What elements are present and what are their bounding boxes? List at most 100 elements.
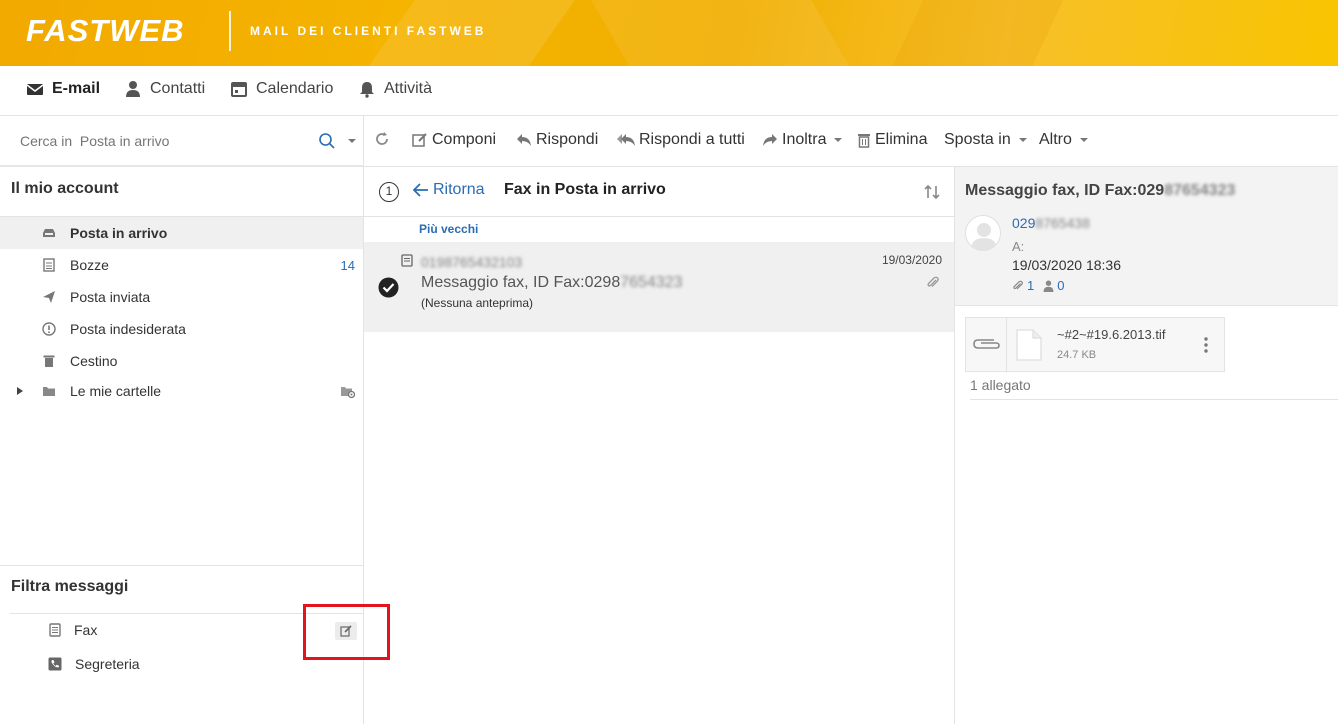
trash-icon xyxy=(858,134,870,148)
nav-tasks[interactable]: Attività xyxy=(358,80,432,98)
delete-label: Elimina xyxy=(875,131,928,148)
sort-icon[interactable] xyxy=(924,184,940,200)
nav-tasks-label: Attività xyxy=(384,80,433,97)
header-decoration xyxy=(568,0,892,66)
search-input[interactable] xyxy=(10,126,310,156)
compose-button[interactable]: Componi xyxy=(412,131,496,149)
step-indicator: 1 xyxy=(379,182,399,202)
folder-label: Le mie cartelle xyxy=(70,383,162,399)
nav-contacts[interactable]: Contatti xyxy=(124,80,205,98)
bell-icon xyxy=(360,82,374,98)
expand-triangle-icon[interactable] xyxy=(16,387,24,395)
search-icon[interactable] xyxy=(318,132,336,150)
divider xyxy=(970,399,1338,400)
sender-address[interactable]: 0298765438 xyxy=(1012,215,1090,231)
filter-label: Segreteria xyxy=(75,656,140,672)
attachments-count[interactable]: 1 xyxy=(1027,278,1034,293)
file-icon xyxy=(1016,329,1042,361)
folder-spam[interactable]: Posta indesiderata xyxy=(0,313,363,345)
person-icon xyxy=(1043,280,1054,292)
refresh-icon xyxy=(376,132,388,145)
reply-all-label: Rispondi a tutti xyxy=(639,131,745,148)
forward-icon xyxy=(763,134,777,146)
avatar xyxy=(965,215,1001,251)
account-section-title: Il mio account xyxy=(11,180,119,197)
trash-icon xyxy=(43,355,55,367)
fastweb-logo[interactable]: FASTWEB xyxy=(26,13,185,49)
chevron-down-icon[interactable] xyxy=(348,139,356,143)
preview-subject: Messaggio fax, ID Fax:02987654323 xyxy=(965,182,1236,199)
reply-button[interactable]: Rispondi xyxy=(516,131,598,149)
inbox-icon xyxy=(43,229,55,237)
refresh-button[interactable] xyxy=(374,131,390,147)
folder-settings-icon[interactable] xyxy=(340,385,356,399)
divider xyxy=(0,565,363,566)
compose-label: Componi xyxy=(432,131,497,148)
attachment-card[interactable]: ~#2~#19.6.2013.tif 24.7 KB xyxy=(965,317,1225,373)
preview-header: Messaggio fax, ID Fax:02987654323 029876… xyxy=(955,167,1338,306)
list-header: 1 Ritorna Fax in Posta in arrivo xyxy=(364,167,954,217)
document-icon xyxy=(43,258,55,272)
nav-email[interactable]: E-mail xyxy=(26,80,100,98)
folder-drafts[interactable]: Bozze 14 xyxy=(0,249,363,281)
more-label: Altro xyxy=(1039,131,1072,148)
person-icon xyxy=(971,223,997,250)
message-sender: 0198765432103 xyxy=(421,254,523,270)
folder-my-folders[interactable]: Le mie cartelle xyxy=(0,375,363,407)
forward-label: Inoltra xyxy=(782,131,827,148)
header-divider xyxy=(229,11,231,51)
filter-section-title: Filtra messaggi xyxy=(11,578,129,595)
compose-icon xyxy=(412,133,427,147)
message-list: 1 Ritorna Fax in Posta in arrivo Più vec… xyxy=(364,167,955,724)
reply-all-button[interactable]: Rispondi a tutti xyxy=(617,131,745,149)
chevron-down-icon xyxy=(1018,138,1027,142)
message-row[interactable]: 0198765432103 19/03/2020 Messaggio fax, … xyxy=(364,242,954,332)
main-nav: E-mail Contatti Calendario Attività xyxy=(0,66,1338,116)
header-subtitle: MAIL DEI CLIENTI FASTWEB xyxy=(250,24,487,38)
nav-contacts-label: Contatti xyxy=(150,80,206,97)
message-toolbar: Componi Rispondi Rispondi a tutti Inoltr… xyxy=(364,116,1338,167)
filter-label: Fax xyxy=(74,622,98,638)
reply-icon xyxy=(517,134,531,146)
folder-label: Posta in arrivo xyxy=(70,225,168,241)
move-to-label: Sposta in xyxy=(944,131,1011,148)
nav-calendar[interactable]: Calendario xyxy=(230,80,333,98)
more-vertical-icon[interactable] xyxy=(1204,337,1208,353)
message-date: 19/03/2020 xyxy=(881,253,942,267)
search-bar xyxy=(0,116,364,167)
unread-count: 14 xyxy=(340,257,355,273)
back-button[interactable]: Ritorna xyxy=(413,181,485,199)
chevron-down-icon xyxy=(834,138,843,142)
arrow-left-icon xyxy=(413,183,428,197)
folder-sent[interactable]: Posta inviata xyxy=(0,281,363,313)
people-count[interactable]: 0 xyxy=(1057,278,1064,293)
more-dropdown[interactable]: Altro xyxy=(1039,131,1088,149)
message-preview: (Nessuna anteprima) xyxy=(421,296,534,310)
attachment-size: 24.7 KB xyxy=(1057,349,1097,361)
attachment-summary: 1 allegato xyxy=(970,377,1031,393)
message-preview-pane: Messaggio fax, ID Fax:02987654323 029876… xyxy=(955,167,1338,724)
forward-button[interactable]: Inoltra xyxy=(762,131,843,149)
delete-button[interactable]: Elimina xyxy=(857,131,927,149)
fax-icon xyxy=(401,254,413,267)
back-label: Ritorna xyxy=(433,181,485,198)
paper-plane-icon xyxy=(43,291,55,303)
paperclip-icon xyxy=(927,276,939,287)
nav-email-label: E-mail xyxy=(52,80,101,97)
message-subject: Messaggio fax, ID Fax:02987654323 xyxy=(421,274,683,291)
folder-label: Bozze xyxy=(70,257,109,273)
folder-trash[interactable]: Cestino xyxy=(0,345,363,377)
app-header: FASTWEB MAIL DEI CLIENTI FASTWEB xyxy=(0,0,1338,66)
reply-label: Rispondi xyxy=(536,131,599,148)
folder-label: Posta indesiderata xyxy=(70,321,186,337)
folder-inbox[interactable]: Posta in arrivo xyxy=(0,217,363,249)
checkmark-circle-icon[interactable] xyxy=(378,277,399,298)
move-to-dropdown[interactable]: Sposta in xyxy=(944,131,1027,149)
message-datetime: 19/03/2020 18:36 xyxy=(1012,257,1121,273)
chevron-down-icon xyxy=(1079,138,1088,142)
paperclip-icon xyxy=(1013,280,1023,289)
person-icon xyxy=(126,81,140,97)
calendar-icon xyxy=(231,82,247,97)
alert-circle-icon xyxy=(42,322,56,336)
recipient-label: A: xyxy=(1012,239,1025,254)
